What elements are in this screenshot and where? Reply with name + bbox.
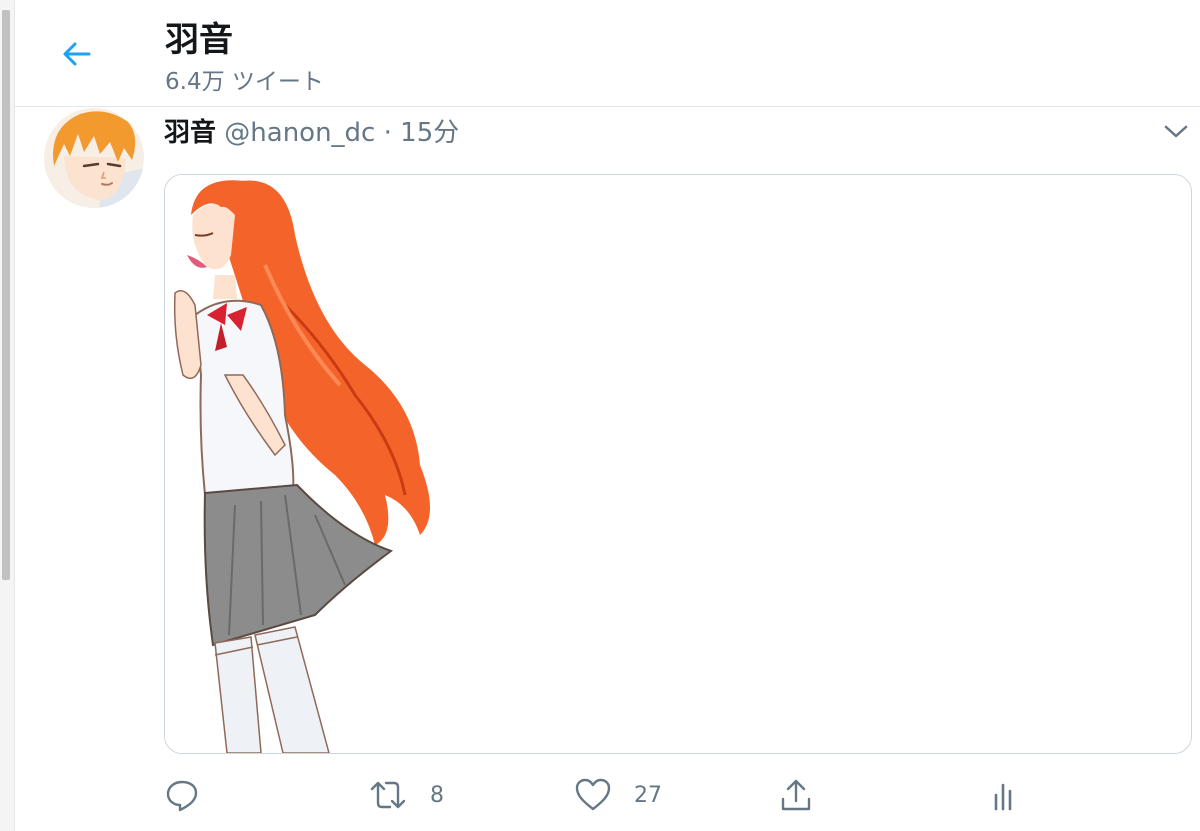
media-illustration xyxy=(165,175,1191,753)
retweet-icon xyxy=(370,781,406,809)
page-title: 羽音 xyxy=(165,20,233,60)
chevron-down-icon xyxy=(1164,125,1188,138)
tweet-actions: 8 27 xyxy=(164,770,1164,820)
tweet-header: 羽音 @hanon_dc · 15分 xyxy=(164,112,459,149)
tweet-count: 6.4万 ツイート xyxy=(165,69,324,95)
retweet-button[interactable]: 8 xyxy=(368,770,444,820)
share-button[interactable] xyxy=(778,770,836,820)
analytics-button[interactable] xyxy=(990,770,1042,820)
author-handle[interactable]: @hanon_dc xyxy=(224,118,375,148)
reply-icon xyxy=(166,780,198,812)
heart-icon xyxy=(575,778,611,811)
tweet-timestamp[interactable]: 15分 xyxy=(400,118,459,148)
like-count: 27 xyxy=(634,782,662,808)
share-icon xyxy=(781,779,811,811)
reply-button[interactable] xyxy=(164,770,222,820)
retweet-count: 8 xyxy=(430,782,444,808)
author-name[interactable]: 羽音 xyxy=(164,118,216,148)
scrollbar[interactable] xyxy=(0,0,15,831)
scrollbar-thumb[interactable] xyxy=(2,10,10,580)
avatar[interactable] xyxy=(44,108,144,208)
separator-dot: · xyxy=(383,118,392,148)
profile-page: 羽音 6.4万 ツイート 羽音 @hanon_dc · 15分 8 27 xyxy=(0,0,1200,831)
tweet-menu-button[interactable] xyxy=(1158,116,1194,146)
like-button[interactable]: 27 xyxy=(574,770,662,820)
avatar-illustration xyxy=(44,108,144,208)
arrow-left-icon xyxy=(63,42,91,66)
analytics-icon xyxy=(994,783,1012,811)
back-button[interactable] xyxy=(55,32,99,76)
tweet-media[interactable] xyxy=(164,174,1192,754)
profile-header: 羽音 6.4万 ツイート xyxy=(15,0,1200,107)
